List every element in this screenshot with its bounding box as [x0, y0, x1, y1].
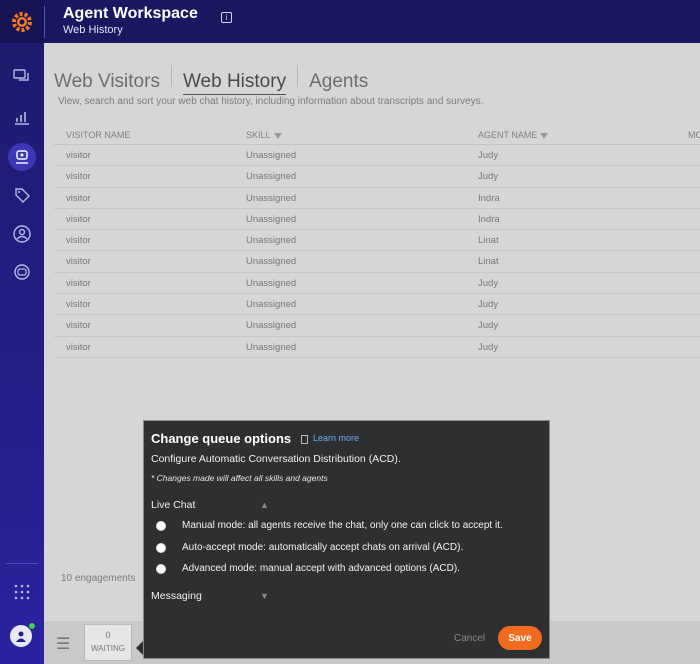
save-button[interactable]: Save — [498, 626, 542, 650]
table-row[interactable]: visitor Unassigned Indra — [54, 209, 700, 231]
column-agent-name[interactable]: AGENT NAME — [478, 130, 549, 140]
app-header: Agent Workspace Web History i — [44, 0, 700, 43]
cell-visitor-name: visitor — [66, 235, 91, 247]
table-row[interactable]: visitor Unassigned Indra — [54, 188, 700, 209]
hamburger-menu-icon[interactable]: ☰ — [56, 634, 70, 654]
chevron-down-icon[interactable]: ▼ — [260, 591, 269, 601]
cell-skill: Unassigned — [246, 213, 297, 225]
table-row[interactable]: visitor Unassigned Judy — [54, 337, 700, 358]
table-row[interactable]: visitor Unassigned Judy — [54, 273, 700, 295]
cell-agent-name: Linat — [478, 256, 499, 268]
option-advanced-mode-label: Advanced mode: manual accept with advanc… — [182, 563, 460, 574]
table-row[interactable]: visitor Unassigned Linat — [54, 230, 700, 252]
presence-status-icon — [28, 622, 36, 630]
waiting-queue-button[interactable]: 0 WAITING — [84, 624, 132, 661]
column-visitor-name[interactable]: VISITOR NAME — [66, 130, 130, 140]
cell-skill: Unassigned — [246, 171, 297, 183]
cell-visitor-name: visitor — [66, 192, 91, 204]
table-row[interactable]: visitor Unassigned Judy — [54, 315, 700, 337]
cell-skill: Unassigned — [246, 320, 297, 332]
cell-agent-name: Judy — [478, 299, 499, 311]
app-title: Agent Workspace — [63, 5, 198, 22]
popup-title: Change queue options — [151, 431, 292, 446]
chevron-up-icon[interactable]: ▲ — [260, 500, 269, 510]
column-more[interactable]: MC — [688, 130, 700, 140]
tab-agents[interactable]: Agents — [309, 71, 368, 93]
column-agent-name-label: AGENT NAME — [478, 130, 538, 140]
filter-icon[interactable] — [540, 132, 549, 139]
logo-icon[interactable] — [0, 0, 44, 43]
cell-visitor-name: visitor — [66, 299, 91, 311]
option-auto-accept-mode-label: Auto-accept mode: automatically accept c… — [182, 542, 464, 553]
cell-skill: Unassigned — [246, 277, 297, 289]
popup-subtitle: Configure Automatic Conversation Distrib… — [151, 453, 401, 465]
option-manual-mode[interactable]: Manual mode: all agents receive the chat… — [156, 520, 503, 531]
table-row[interactable]: visitor Unassigned Judy — [54, 166, 700, 188]
option-manual-mode-label: Manual mode: all agents receive the chat… — [182, 520, 503, 531]
cell-visitor-name: visitor — [66, 320, 91, 332]
table-header: VISITOR NAME SKILL AGENT NAME MC — [54, 123, 700, 145]
radio-manual-mode[interactable] — [156, 520, 166, 531]
cell-agent-name: Judy — [478, 277, 499, 289]
cell-agent-name: Indra — [478, 192, 500, 204]
cell-visitor-name: visitor — [66, 256, 91, 268]
user-icon[interactable] — [0, 219, 44, 249]
cell-skill: Unassigned — [246, 235, 297, 247]
cell-visitor-name: visitor — [66, 277, 91, 289]
waiting-count: 0 — [105, 630, 111, 640]
cell-skill: Unassigned — [246, 256, 297, 268]
cell-visitor-name: visitor — [66, 171, 91, 183]
cell-agent-name: Judy — [478, 341, 499, 353]
tab-web-history[interactable]: Web History — [182, 71, 287, 95]
engagements-count: 10 engagements — [61, 573, 136, 584]
page-description: View, search and sort your web chat hist… — [58, 96, 484, 107]
sidebar — [0, 0, 44, 664]
column-skill[interactable]: SKILL — [246, 130, 282, 140]
cancel-button[interactable]: Cancel — [454, 633, 485, 644]
cell-skill: Unassigned — [246, 341, 297, 353]
cell-skill: Unassigned — [246, 150, 297, 161]
table-row[interactable]: visitor Unassigned Judy — [54, 145, 700, 167]
popup-note: * Changes made will affect all skills an… — [151, 473, 328, 483]
radio-advanced-mode[interactable] — [156, 563, 166, 574]
chat-icon[interactable] — [0, 62, 44, 92]
sidebar-divider — [6, 563, 38, 564]
filter-icon[interactable] — [273, 132, 282, 139]
tab-divider — [297, 65, 299, 87]
radio-auto-accept-mode[interactable] — [156, 542, 166, 553]
cell-visitor-name: visitor — [66, 150, 91, 161]
cell-agent-name: Judy — [478, 150, 499, 161]
cell-agent-name: Judy — [478, 171, 499, 183]
agent-workspace-icon[interactable] — [0, 142, 44, 172]
tag-icon[interactable] — [0, 180, 44, 210]
cell-agent-name: Judy — [478, 320, 499, 332]
queue-options-popup: Change queue options Learn more Configur… — [143, 420, 550, 659]
tab-bar: Web Visitors Web History Agents — [54, 65, 368, 95]
tab-divider — [170, 65, 172, 87]
bot-icon[interactable] — [0, 257, 44, 287]
column-skill-label: SKILL — [246, 130, 271, 140]
app-subtitle: Web History — [63, 24, 123, 36]
analytics-icon[interactable] — [0, 102, 44, 132]
history-table: VISITOR NAME SKILL AGENT NAME MC visitor… — [54, 123, 700, 358]
cell-agent-name: Indra — [478, 213, 500, 225]
header-divider — [44, 6, 45, 38]
table-row[interactable]: visitor Unassigned Judy — [54, 294, 700, 316]
document-icon — [301, 435, 308, 444]
option-auto-accept-mode[interactable]: Auto-accept mode: automatically accept c… — [156, 542, 463, 553]
tab-web-visitors[interactable]: Web Visitors — [54, 71, 160, 93]
waiting-label: WAITING — [91, 644, 125, 653]
cell-skill: Unassigned — [246, 299, 297, 311]
cell-visitor-name: visitor — [66, 213, 91, 225]
table-row[interactable]: visitor Unassigned Linat — [54, 251, 700, 273]
learn-more-link[interactable]: Learn more — [313, 433, 359, 443]
info-icon[interactable]: i — [221, 12, 232, 23]
cell-skill: Unassigned — [246, 192, 297, 204]
messaging-section-toggle[interactable]: Messaging — [151, 590, 202, 602]
cell-agent-name: Linat — [478, 235, 499, 247]
apps-grid-icon[interactable] — [0, 577, 44, 607]
option-advanced-mode[interactable]: Advanced mode: manual accept with advanc… — [156, 563, 460, 574]
live-chat-section-toggle[interactable]: Live Chat — [151, 499, 195, 511]
cell-visitor-name: visitor — [66, 341, 91, 353]
